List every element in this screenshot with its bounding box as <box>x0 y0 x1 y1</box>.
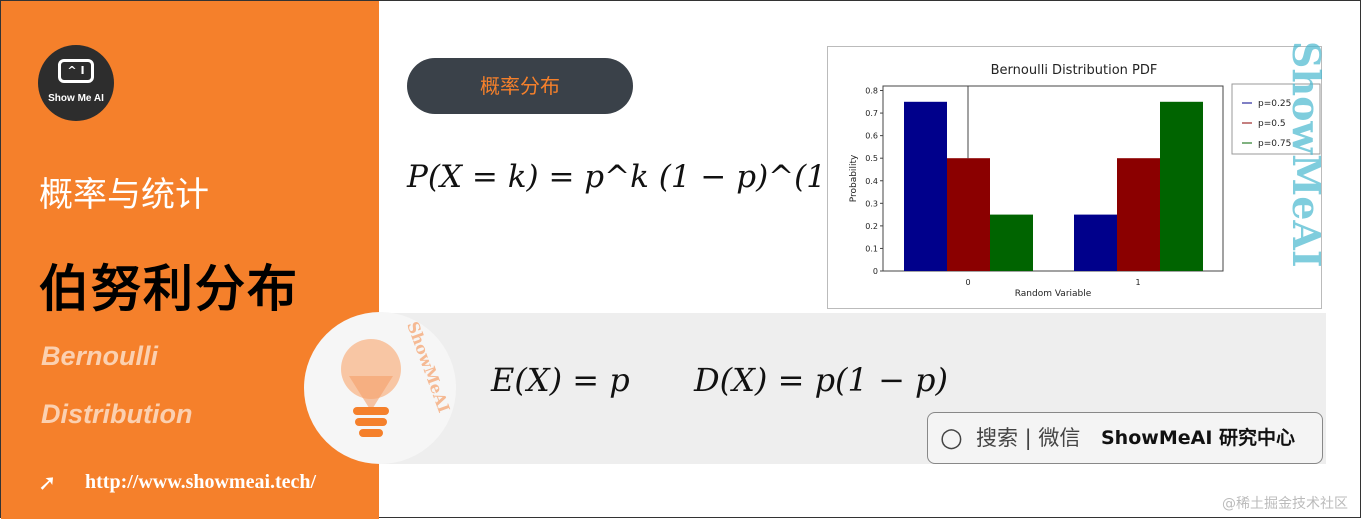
subtitle-line2: Distribution <box>41 399 193 429</box>
bar-p=0.25-1 <box>1074 214 1117 271</box>
left-panel: ^ I Show Me AI 概率与统计 伯努利分布 Bernoulli Dis… <box>1 1 379 519</box>
footer-credit: @稀土掘金技术社区 <box>1222 496 1348 512</box>
topic-pill: 概率分布 <box>407 58 633 114</box>
y-tick-label: 0.1 <box>865 244 878 253</box>
x-tick-label: 0 <box>965 278 970 287</box>
bar-p=0.75-0 <box>990 214 1033 271</box>
bernoulli-chart: Bernoulli Distribution PDF 0 0.1 0.2 0.3 0.4 0… <box>827 46 1322 309</box>
wechat-search-box[interactable]: ○ 搜索 | 微信 ShowMeAI 研究中心 <box>927 412 1323 464</box>
legend-label: p=0.5 <box>1258 119 1286 129</box>
search-icon: ○ <box>940 423 963 453</box>
y-tick-label: 0.2 <box>865 222 878 231</box>
bar-p=0.5-0 <box>947 158 990 271</box>
search-account: ShowMeAI 研究中心 <box>1101 427 1295 449</box>
subtitle-line1: Bernoulli <box>41 341 159 371</box>
y-tick-label: 0 <box>873 267 878 276</box>
y-tick-label: 0.7 <box>865 109 878 118</box>
y-tick-label: 0.3 <box>865 199 878 208</box>
x-axis-label: Random Variable <box>1015 289 1092 299</box>
cursor-click-icon: ➚ <box>38 471 57 496</box>
chart-svg: Bernoulli Distribution PDF 0 0.1 0.2 0.3 0.4 0… <box>849 63 1321 299</box>
bar-p=0.5-1 <box>1117 158 1160 271</box>
logo-text: Show Me AI <box>48 93 104 104</box>
y-axis-label: Probability <box>849 154 859 202</box>
variance-formula: D(X) = p(1 − p) <box>694 361 949 399</box>
showmeai-logo: ^ I Show Me AI <box>38 45 114 121</box>
pmf-formula: P(X = k) = p^k (1 − p)^(1−k) <box>407 159 883 195</box>
watermark-vertical: ShowMeAI <box>1284 41 1329 268</box>
bar-p=0.25-0 <box>904 101 947 271</box>
search-label: 搜索 | 微信 <box>976 426 1081 450</box>
chart-title: Bernoulli Distribution PDF <box>991 63 1158 78</box>
logo-screen: ^ I <box>58 59 94 83</box>
x-tick-label: 1 <box>1135 278 1140 287</box>
website-link[interactable]: http://www.showmeai.tech/ <box>85 471 316 494</box>
expectation-formula: E(X) = p <box>491 361 630 399</box>
y-tick-label: 0.4 <box>865 177 878 186</box>
y-tick-label: 0.8 <box>865 87 878 96</box>
bar-p=0.75-1 <box>1160 101 1203 271</box>
y-tick-label: 0.6 <box>865 132 878 141</box>
category-title: 概率与统计 <box>39 175 209 215</box>
y-tick-label: 0.5 <box>865 154 878 163</box>
lightbulb-icon <box>341 339 401 437</box>
main-title: 伯努利分布 <box>39 260 299 318</box>
